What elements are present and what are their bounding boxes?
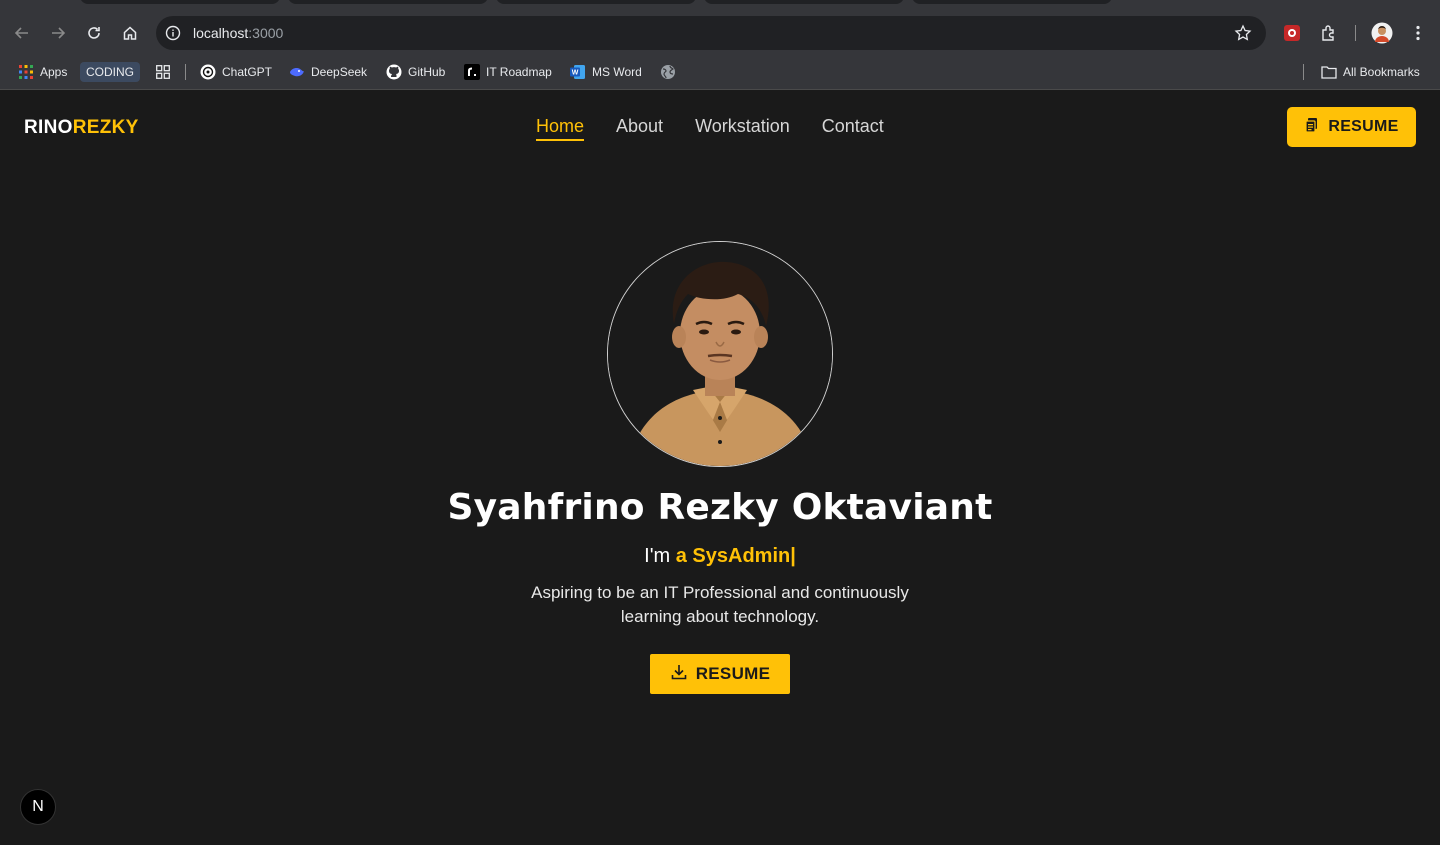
bookmark-all-bookmarks[interactable]: All Bookmarks [1321, 63, 1420, 81]
profile-photo [607, 241, 833, 467]
browser-toolbar: localhost:3000 [0, 12, 1440, 54]
url-text: localhost:3000 [193, 25, 283, 41]
forward-arrow-icon[interactable] [46, 21, 70, 45]
nav-workstation[interactable]: Workstation [695, 116, 790, 141]
deepseek-icon [289, 64, 305, 80]
browser-tab[interactable] [912, 0, 1112, 4]
globe-icon [660, 64, 676, 80]
site-logo[interactable]: RINOREZKY [24, 117, 139, 139]
browser-tab[interactable] [80, 0, 280, 4]
tab-strip [0, 0, 1440, 12]
address-bar[interactable]: localhost:3000 [156, 16, 1266, 50]
hero-role: I'm a SysAdmin| [0, 545, 1440, 568]
github-icon [386, 64, 402, 80]
bookmark-label: All Bookmarks [1343, 65, 1420, 79]
hero-description: Aspiring to be an IT Professional and co… [531, 583, 909, 626]
role-prefix: I'm [644, 545, 676, 567]
bookmark-label: Apps [40, 65, 68, 79]
url-port: :3000 [248, 25, 284, 41]
profile-avatar-icon[interactable] [1371, 22, 1393, 44]
bookmark-label: IT Roadmap [486, 65, 552, 79]
hero-name: Syahfrino Rezky Oktaviant [447, 487, 993, 528]
back-arrow-icon[interactable] [10, 21, 34, 45]
tab-groups-icon[interactable] [155, 63, 171, 81]
toolbar-divider [1355, 25, 1356, 41]
nav-home[interactable]: Home [536, 116, 585, 141]
bookmark-ms-word[interactable]: W MS Word [570, 63, 642, 81]
bookmark-label: GitHub [408, 65, 446, 79]
extension-icon[interactable] [1281, 22, 1303, 44]
header-resume-label: RESUME [1328, 118, 1399, 135]
main-nav: Home About Workstation Contact [536, 116, 884, 141]
apps-grid-icon [18, 64, 34, 80]
bookmark-it-roadmap[interactable]: IT Roadmap [464, 63, 552, 81]
page-viewport: RINOREZKY Home About Workstation Contact… [0, 91, 1440, 845]
browser-tab[interactable] [288, 0, 488, 4]
logo-part-1: RINO [24, 117, 73, 138]
bookmark-coding[interactable]: CODING [80, 62, 140, 82]
menu-kebab-icon[interactable] [1407, 22, 1429, 44]
hero-resume-label: RESUME [695, 664, 771, 683]
reload-icon[interactable] [82, 21, 106, 45]
site-info-icon[interactable] [164, 24, 182, 42]
bookmark-divider [1303, 64, 1304, 80]
svg-text:W: W [572, 70, 579, 77]
bookmark-globe[interactable] [660, 63, 676, 81]
url-host: localhost [193, 25, 249, 41]
header-resume-button[interactable]: RESUME [1287, 107, 1416, 147]
bookmark-apps[interactable]: Apps [18, 63, 67, 81]
bookmark-star-icon[interactable] [1234, 24, 1252, 42]
bookmarks-bar: Apps CODING ChatGPT DeepSeek GitHub IT R… [0, 54, 1440, 90]
bookmark-divider [185, 64, 186, 80]
extensions-icon[interactable] [1318, 22, 1340, 44]
browser-tab[interactable] [496, 0, 696, 4]
hero-resume-button[interactable]: RESUME [650, 654, 790, 694]
resume-document-icon [1304, 117, 1320, 138]
bookmark-chatgpt[interactable]: ChatGPT [200, 63, 272, 81]
browser-tab[interactable] [704, 0, 904, 4]
bookmark-label: DeepSeek [311, 65, 368, 79]
download-icon [670, 663, 688, 686]
bookmark-deepseek[interactable]: DeepSeek [289, 63, 367, 81]
nav-contact[interactable]: Contact [822, 116, 884, 141]
ms-word-icon: W [570, 64, 586, 80]
bookmark-label: MS Word [592, 65, 642, 79]
home-icon[interactable] [118, 21, 142, 45]
nav-about[interactable]: About [616, 116, 663, 141]
bookmark-github[interactable]: GitHub [386, 63, 445, 81]
logo-part-2: REZKY [72, 117, 139, 138]
roadmap-icon [464, 64, 480, 80]
nextjs-dev-badge[interactable]: N [20, 789, 56, 825]
chatgpt-icon [200, 64, 216, 80]
folder-icon [1321, 64, 1337, 80]
role-highlight: a SysAdmin| [675, 545, 796, 567]
bookmark-label: ChatGPT [222, 65, 273, 79]
